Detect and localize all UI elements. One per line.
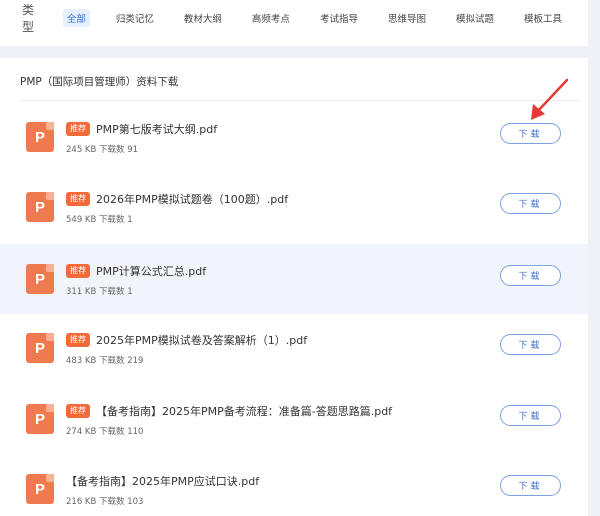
filter-card: 类型 全部 归类记忆 教材大纲 高频考点 考试指导 思维导图 模拟试题 模板工具 [0, 0, 588, 46]
file-row: P 推荐 2026年PMP模拟试题卷（100题）.pdf 549 KB 下载数 … [0, 172, 588, 242]
download-button[interactable]: 下载 [500, 265, 561, 286]
file-list-card: PMP（国际项目管理师）资料下载 P 推荐 PMP第七版考试大纲.pdf 245… [0, 58, 588, 516]
pdf-file-icon: P [26, 404, 54, 434]
file-row: P 推荐 【备考指南】2025年PMP备考流程：准备篇-答题思路篇.pdf 27… [0, 384, 588, 454]
file-row: P 【备考指南】2025年PMP应试口诀.pdf 216 KB 下载数 103 … [0, 454, 588, 516]
recommended-badge: 推荐 [66, 333, 90, 347]
download-button[interactable]: 下载 [500, 193, 561, 214]
red-arrow-annotation-icon [531, 78, 569, 120]
pdf-file-icon: P [26, 474, 54, 504]
filter-syllabus[interactable]: 教材大纲 [180, 9, 226, 27]
file-name-link[interactable]: PMP计算公式汇总.pdf [96, 263, 206, 279]
download-button[interactable]: 下载 [500, 334, 561, 355]
filter-all[interactable]: 全部 [62, 9, 90, 27]
type-filter-bar: 类型 全部 归类记忆 教材大纲 高频考点 考试指导 思维导图 模拟试题 模板工具 [0, 0, 588, 36]
file-row: P 推荐 PMP第七版考试大纲.pdf 245 KB 下载数 91 下载 [0, 102, 588, 172]
file-meta: 216 KB 下载数 103 [66, 497, 144, 507]
file-row: P 推荐 2025年PMP模拟试卷及答案解析（1）.pdf 483 KB 下载数… [0, 313, 588, 383]
filter-templates[interactable]: 模板工具 [520, 9, 566, 27]
filter-label: 类型 [22, 3, 35, 34]
file-meta: 274 KB 下载数 110 [66, 427, 144, 437]
recommended-badge: 推荐 [66, 404, 90, 418]
recommended-badge: 推荐 [66, 122, 90, 136]
filter-memory[interactable]: 归类记忆 [112, 9, 158, 27]
filter-exam-guide[interactable]: 考试指导 [316, 9, 362, 27]
download-button[interactable]: 下载 [500, 405, 561, 426]
file-name-link[interactable]: 2026年PMP模拟试题卷（100题）.pdf [96, 191, 288, 207]
recommended-badge: 推荐 [66, 264, 90, 278]
download-button[interactable]: 下载 [500, 475, 561, 496]
file-name-link[interactable]: PMP第七版考试大纲.pdf [96, 121, 217, 137]
file-name-link[interactable]: 【备考指南】2025年PMP应试口诀.pdf [66, 473, 259, 489]
filter-key-points[interactable]: 高频考点 [248, 9, 294, 27]
file-row-highlighted: P 推荐 PMP计算公式汇总.pdf 311 KB 下载数 1 下载 [0, 244, 588, 314]
file-name-link[interactable]: 2025年PMP模拟试卷及答案解析（1）.pdf [96, 332, 307, 348]
filter-mind-map[interactable]: 思维导图 [384, 9, 430, 27]
recommended-badge: 推荐 [66, 192, 90, 206]
filter-mock-exam[interactable]: 模拟试题 [452, 9, 498, 27]
file-meta: 483 KB 下载数 219 [66, 356, 144, 366]
download-button[interactable]: 下载 [500, 123, 561, 144]
file-name-link[interactable]: 【备考指南】2025年PMP备考流程：准备篇-答题思路篇.pdf [96, 403, 392, 419]
file-meta: 549 KB 下载数 1 [66, 215, 133, 225]
section-title: PMP（国际项目管理师）资料下载 [20, 76, 179, 88]
file-meta: 245 KB 下载数 91 [66, 145, 139, 155]
pdf-file-icon: P [26, 122, 54, 152]
file-meta: 311 KB 下载数 1 [66, 287, 133, 297]
pdf-file-icon: P [26, 192, 54, 222]
divider [20, 100, 580, 101]
pdf-file-icon: P [26, 333, 54, 363]
pdf-file-icon: P [26, 264, 54, 294]
